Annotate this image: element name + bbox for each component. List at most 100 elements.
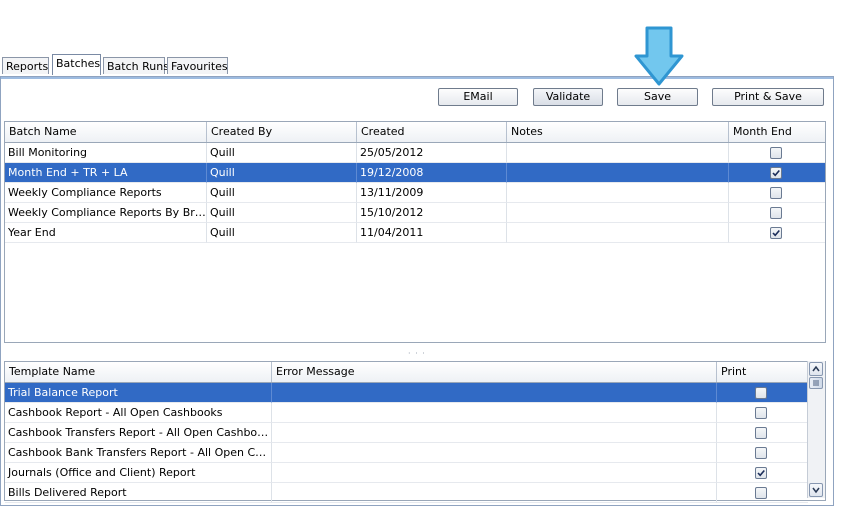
table-row[interactable]: Bills Delivered Report: [5, 483, 808, 503]
created-by-cell[interactable]: Quill: [207, 183, 357, 203]
error-message-cell[interactable]: [272, 423, 717, 443]
column-header-month-end[interactable]: Month End: [729, 122, 825, 142]
template-name-cell[interactable]: Trial Balance Report: [5, 383, 272, 403]
column-header-batch-name[interactable]: Batch Name: [5, 122, 207, 142]
created-cell[interactable]: 11/04/2011: [357, 223, 507, 243]
created-by-cell[interactable]: Quill: [207, 143, 357, 163]
column-header-template-name[interactable]: Template Name: [5, 362, 272, 382]
chevron-up-icon: [812, 365, 820, 372]
print-cell[interactable]: [717, 443, 808, 463]
notes-cell[interactable]: [507, 143, 729, 163]
tab-batch-runs[interactable]: Batch Runs: [103, 57, 169, 74]
notes-cell[interactable]: [507, 203, 729, 223]
templates-scrollbar[interactable]: [807, 361, 825, 498]
print-checkbox[interactable]: [755, 447, 767, 459]
print-cell[interactable]: [717, 403, 808, 423]
column-header-label: Month End: [733, 125, 792, 138]
print-checkbox[interactable]: [755, 387, 767, 399]
print-checkbox[interactable]: [755, 487, 767, 499]
column-header-created[interactable]: Created: [357, 122, 507, 142]
save-button-label: Save: [643, 90, 671, 103]
print-cell[interactable]: [717, 423, 808, 443]
batch-name-cell[interactable]: Month End + TR + LA: [5, 163, 207, 183]
month-end-cell[interactable]: [729, 163, 825, 183]
error-message-cell[interactable]: [272, 463, 717, 483]
email-button[interactable]: EMail: [438, 88, 518, 106]
tab-reports[interactable]: Reports: [2, 57, 49, 74]
checkmark-icon: [757, 469, 765, 477]
table-row[interactable]: Journals (Office and Client) Report: [5, 463, 808, 483]
table-row[interactable]: Bill Monitoring Quill 25/05/2012: [5, 143, 825, 163]
month-end-cell[interactable]: [729, 203, 825, 223]
tab-batch-runs-label: Batch Runs: [107, 60, 169, 73]
table-row[interactable]: Weekly Compliance Reports By Branch Quill…: [5, 203, 825, 223]
month-end-cell[interactable]: [729, 223, 825, 243]
month-end-cell[interactable]: [729, 143, 825, 163]
validate-button[interactable]: Validate: [533, 88, 603, 106]
month-end-cell[interactable]: [729, 183, 825, 203]
tab-batches[interactable]: Batches: [52, 54, 101, 75]
created-cell[interactable]: 19/12/2008: [357, 163, 507, 183]
created-by-cell[interactable]: Quill: [207, 163, 357, 183]
scroll-down-button[interactable]: [809, 483, 823, 497]
column-header-label: Template Name: [9, 365, 96, 378]
tab-favourites[interactable]: Favourites: [167, 57, 228, 74]
table-row[interactable]: Cashbook Bank Transfers Report - All Ope…: [5, 443, 808, 463]
print-checkbox[interactable]: [755, 407, 767, 419]
error-message-cell[interactable]: [272, 403, 717, 423]
created-cell[interactable]: 25/05/2012: [357, 143, 507, 163]
arrow-down-icon: [633, 26, 685, 88]
print-and-save-button-label: Print & Save: [734, 90, 802, 103]
template-name-cell[interactable]: Cashbook Report - All Open Cashbooks: [5, 403, 272, 423]
table-row[interactable]: Cashbook Transfers Report - All Open Cas…: [5, 423, 808, 443]
batch-name-cell[interactable]: Year End: [5, 223, 207, 243]
error-message-cell[interactable]: [272, 443, 717, 463]
batch-name-cell[interactable]: Weekly Compliance Reports: [5, 183, 207, 203]
splitter-handle[interactable]: · · ·: [408, 349, 426, 358]
notes-cell[interactable]: [507, 163, 729, 183]
month-end-checkbox[interactable]: [770, 207, 782, 219]
month-end-checkbox[interactable]: [770, 167, 782, 179]
template-name-cell[interactable]: Cashbook Bank Transfers Report - All Ope…: [5, 443, 272, 463]
created-by-cell[interactable]: Quill: [207, 203, 357, 223]
table-row[interactable]: Weekly Compliance Reports Quill 13/11/2009: [5, 183, 825, 203]
scroll-up-button[interactable]: [809, 362, 823, 376]
column-header-print[interactable]: Print: [717, 362, 808, 382]
notes-cell[interactable]: [507, 183, 729, 203]
month-end-checkbox[interactable]: [770, 187, 782, 199]
error-message-cell[interactable]: [272, 483, 717, 503]
error-message-cell[interactable]: [272, 383, 717, 403]
created-by-cell[interactable]: Quill: [207, 223, 357, 243]
scroll-thumb[interactable]: [809, 377, 823, 389]
templates-grid: Template Name Error Message Print Trial …: [4, 361, 826, 503]
table-row[interactable]: Trial Balance Report: [5, 383, 808, 403]
notes-cell[interactable]: [507, 223, 729, 243]
column-header-created-by[interactable]: Created By: [207, 122, 357, 142]
print-cell[interactable]: [717, 383, 808, 403]
column-header-label: Print: [721, 365, 747, 378]
email-button-label: EMail: [463, 90, 493, 103]
column-header-notes[interactable]: Notes: [507, 122, 729, 142]
validate-button-label: Validate: [545, 90, 591, 103]
save-button[interactable]: Save: [617, 88, 698, 106]
table-row[interactable]: Year End Quill 11/04/2011: [5, 223, 825, 243]
print-cell[interactable]: [717, 463, 808, 483]
template-name-cell[interactable]: Cashbook Transfers Report - All Open Cas…: [5, 423, 272, 443]
print-cell[interactable]: [717, 483, 808, 503]
month-end-checkbox[interactable]: [770, 227, 782, 239]
month-end-checkbox[interactable]: [770, 147, 782, 159]
splitter-glyph: · · ·: [408, 349, 426, 358]
table-row[interactable]: Cashbook Report - All Open Cashbooks: [5, 403, 808, 423]
template-name-cell[interactable]: Journals (Office and Client) Report: [5, 463, 272, 483]
created-cell[interactable]: 13/11/2009: [357, 183, 507, 203]
print-checkbox[interactable]: [755, 427, 767, 439]
table-row[interactable]: Month End + TR + LA Quill 19/12/2008: [5, 163, 825, 183]
template-name-cell[interactable]: Bills Delivered Report: [5, 483, 272, 503]
checkmark-icon: [772, 229, 780, 237]
created-cell[interactable]: 15/10/2012: [357, 203, 507, 223]
column-header-error-message[interactable]: Error Message: [272, 362, 717, 382]
print-and-save-button[interactable]: Print & Save: [712, 88, 824, 106]
print-checkbox[interactable]: [755, 467, 767, 479]
batch-name-cell[interactable]: Bill Monitoring: [5, 143, 207, 163]
batch-name-cell[interactable]: Weekly Compliance Reports By Branch: [5, 203, 207, 223]
